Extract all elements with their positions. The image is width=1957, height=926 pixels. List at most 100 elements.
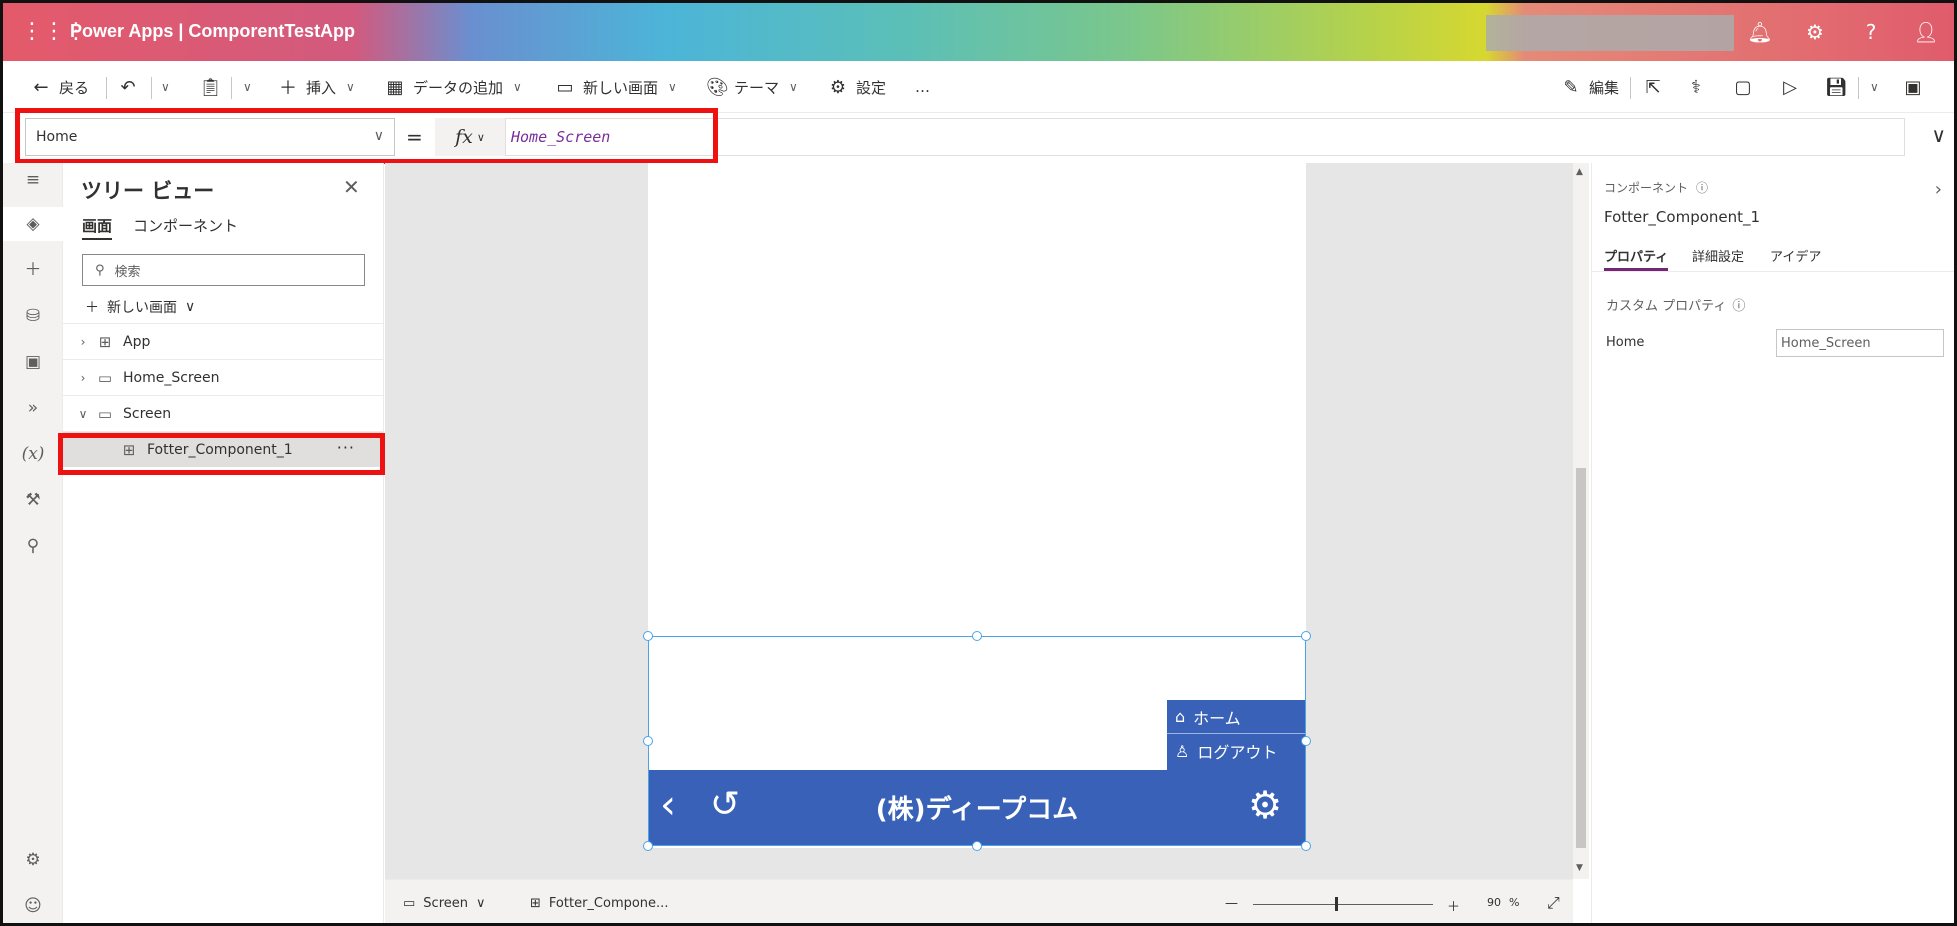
back-label: 戻る — [59, 78, 90, 97]
resize-handle[interactable] — [1301, 631, 1311, 641]
breadcrumb-screen[interactable]: ▭ Screen ∨ — [403, 896, 486, 911]
custom-properties-label: カスタム プロパティ — [1606, 299, 1727, 314]
tab-components[interactable]: コンポーネント — [133, 215, 238, 236]
scrollbar-thumb[interactable] — [1576, 468, 1586, 848]
more-label: … — [915, 78, 930, 96]
insert-label: 挿入 — [306, 78, 337, 97]
comments-button[interactable]: ▢ — [1733, 75, 1753, 99]
publish-button[interactable]: ▣ — [1903, 75, 1923, 99]
property-row-input[interactable]: Home_Screen — [1776, 329, 1944, 357]
search-placeholder: 検索 — [114, 264, 141, 280]
search-input[interactable]: ⚲ 検索 — [82, 254, 365, 286]
scroll-down-icon[interactable]: ▼ — [1576, 863, 1583, 873]
virtual-agent-icon[interactable]: ☺ — [3, 889, 63, 923]
component-name: Fotter_Component_1 — [1604, 208, 1761, 226]
gear-icon[interactable]: ⚙ — [1800, 17, 1830, 47]
tab-properties[interactable]: プロパティ — [1604, 246, 1669, 271]
new-screen-link[interactable]: ＋ 新しい画面 ∨ — [85, 297, 195, 317]
fit-to-window-icon[interactable]: ⤢ — [1547, 893, 1560, 913]
variables-icon[interactable]: (x) — [3, 437, 63, 471]
theme-button[interactable]: 🎨︎ テーマ ∨ — [706, 75, 798, 99]
back-button[interactable]: ← 戻る — [31, 75, 89, 99]
edit-button[interactable]: ✎ 編集 — [1561, 75, 1619, 99]
publish-icon: ▣ — [1904, 76, 1922, 98]
app-checker-button[interactable]: ⚕ — [1686, 75, 1706, 99]
separator — [1858, 77, 1859, 99]
preview-button[interactable]: ▷ — [1780, 75, 1800, 99]
tools-icon[interactable]: ⚒ — [3, 483, 63, 517]
bell-icon[interactable]: 🔔︎ — [1745, 17, 1775, 47]
data-icon[interactable]: ⛁ — [3, 299, 63, 333]
tab-screens[interactable]: 画面 — [82, 215, 113, 240]
tree-item-label: Home_Screen — [123, 369, 220, 386]
tree-view-title: ツリー ビュー — [81, 179, 215, 203]
breadcrumb-component[interactable]: ⊞ Fotter_Compone... — [530, 896, 668, 911]
zoom-unit: % — [1509, 896, 1520, 909]
chevron-down-icon: ∨ — [161, 80, 170, 94]
add-data-button[interactable]: ▦ データの追加 ∨ — [385, 75, 521, 99]
resize-handle[interactable] — [972, 841, 982, 851]
gear-icon[interactable]: ⚙ — [3, 843, 63, 877]
resize-handle[interactable] — [1301, 841, 1311, 851]
settings-button[interactable]: ⚙ 設定 — [828, 75, 886, 99]
zoom-slider-thumb[interactable] — [1335, 897, 1338, 911]
undo-dropdown[interactable]: ∨ — [159, 75, 170, 99]
component-type-label: コンポーネント — [1604, 181, 1689, 195]
save-dropdown[interactable]: ∨ — [1868, 75, 1879, 99]
resize-handle[interactable] — [972, 631, 982, 641]
info-icon[interactable]: ⓘ — [1732, 295, 1745, 314]
zoom-value: 90 — [1487, 896, 1501, 909]
design-canvas[interactable]: ⌂ ホーム ♙ ログアウト ‹ ↺ (株)ディープコム ⚙ ▲ ▼ — [385, 163, 1589, 879]
share-button[interactable]: ⇱ — [1643, 75, 1663, 99]
resize-handle[interactable] — [643, 841, 653, 851]
chevron-down-icon[interactable]: ∨ — [71, 407, 95, 421]
app-icon: ⊞ — [98, 332, 112, 351]
paste-dropdown[interactable]: ∨ — [241, 75, 252, 99]
chevron-down-icon: ∨ — [243, 80, 252, 94]
chevron-right-icon[interactable]: › — [71, 371, 95, 385]
more-commands-button[interactable]: … — [915, 75, 930, 99]
tree-item-screen[interactable]: ∨ ▭ Screen — [63, 395, 383, 431]
user-icon[interactable]: 👤︎ — [1911, 17, 1941, 47]
insert-icon[interactable]: ＋ — [3, 253, 63, 287]
help-icon[interactable]: ? — [1856, 17, 1886, 47]
scroll-up-icon[interactable]: ▲ — [1576, 167, 1583, 177]
hamburger-icon[interactable]: ≡ — [3, 163, 63, 197]
tree-view-icon[interactable]: ◈ — [3, 207, 63, 241]
environment-selector[interactable] — [1486, 15, 1734, 51]
new-screen-button[interactable]: ▭ 新しい画面 ∨ — [555, 75, 676, 99]
resize-handle[interactable] — [1301, 736, 1311, 746]
zoom-in-button[interactable]: ＋ — [1447, 896, 1460, 915]
property-row-label: Home — [1606, 335, 1645, 350]
chevron-right-icon[interactable]: › — [71, 335, 95, 349]
insert-button[interactable]: ＋ 挿入 ∨ — [278, 75, 355, 99]
help-icon[interactable]: ⓘ — [1696, 179, 1708, 196]
tab-advanced[interactable]: 詳細設定 — [1692, 246, 1744, 265]
share-icon: ⇱ — [1645, 76, 1661, 98]
undo-button[interactable]: ↶ — [118, 75, 138, 99]
vertical-scrollbar[interactable]: ▲ ▼ — [1573, 163, 1589, 879]
plus-icon: ＋ — [85, 300, 99, 316]
save-button[interactable]: 💾︎ — [1825, 75, 1848, 99]
tab-ideas[interactable]: アイデア — [1770, 246, 1821, 265]
resize-handle[interactable] — [643, 631, 653, 641]
tree-item-app[interactable]: › ⊞ App — [63, 323, 383, 359]
power-automate-icon[interactable]: » — [3, 391, 63, 425]
app-header: ⋮⋮⋮ Power Apps | ComporentTestApp 🔔︎ ⚙ ?… — [3, 3, 1954, 61]
paste-button[interactable]: 📋︎ — [199, 75, 222, 99]
property-row-value: Home_Screen — [1781, 335, 1871, 351]
highlight-box-formula — [15, 108, 718, 164]
app-launcher-icon[interactable]: ⋮⋮⋮ — [21, 19, 87, 45]
zoom-slider[interactable] — [1253, 904, 1433, 905]
close-icon[interactable]: ✕ — [343, 175, 360, 199]
resize-handle[interactable] — [643, 736, 653, 746]
chevron-right-icon[interactable]: › — [1935, 179, 1942, 200]
custom-properties-heading: カスタム プロパティ ⓘ — [1606, 295, 1745, 314]
media-icon[interactable]: ▣ — [3, 345, 63, 379]
expand-formula-icon[interactable]: ∨ — [1931, 123, 1946, 147]
chevron-down-icon: ∨ — [789, 80, 798, 94]
tree-item-home-screen[interactable]: › ▭ Home_Screen — [63, 359, 383, 395]
zoom-out-button[interactable]: — — [1225, 896, 1238, 911]
search-icon[interactable]: ⚲ — [3, 529, 63, 563]
screen-icon: ▭ — [97, 368, 113, 387]
